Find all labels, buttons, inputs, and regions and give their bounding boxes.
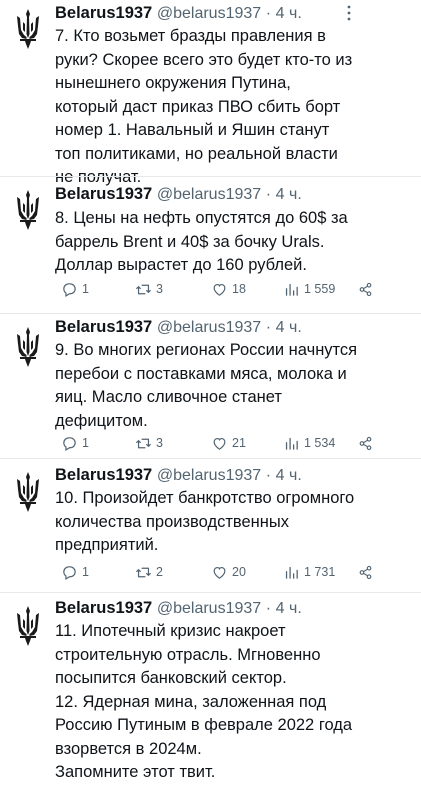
avatar[interactable] [14,605,42,647]
like-button[interactable]: 18 [211,280,246,298]
tweet-1[interactable]: Belarus1937 @belarus1937 · 4 ч. 7. Кто в… [0,0,421,186]
trident-coat-of-arms-icon [14,326,42,368]
like-count: 18 [232,282,246,296]
like-button[interactable]: 20 [211,563,246,581]
like-count: 20 [232,565,246,579]
more-dots-icon[interactable] [342,3,356,23]
tweet-text: 10. Произойдет банкротство огромного кол… [55,487,380,558]
like-button[interactable]: 21 [211,434,246,452]
like-count: 21 [232,436,246,450]
separator-dot: · [265,319,272,336]
tweet-text: 7. Кто возьмет бразды правления в руки? … [55,25,355,190]
views-chart-icon [285,283,298,296]
tweet-text-paragraph: 11. Ипотечный кризис накроет строительну… [55,622,321,687]
share-button[interactable] [357,434,374,452]
avatar[interactable] [14,326,42,368]
views-chart-icon [285,566,298,579]
views-button[interactable]: 1 731 [283,563,335,581]
tweet-2[interactable]: Belarus1937 @belarus1937 · 4 ч. 8. Цены … [0,177,421,313]
tweet-5[interactable]: Belarus1937 @belarus1937 · 4 ч. 11. Ипот… [0,593,421,793]
views-chart-icon [285,437,298,450]
trident-coat-of-arms-icon [14,471,42,513]
trident-coat-of-arms-icon [14,605,42,647]
separator-dot: · [265,186,272,203]
separator-dot: · [265,600,272,617]
author-handle[interactable]: @belarus1937 [157,467,261,484]
author-handle[interactable]: @belarus1937 [157,600,261,617]
trident-coat-of-arms-icon [14,8,42,50]
retweet-icon [136,438,151,448]
view-count: 1 559 [304,282,336,296]
tweet-actions: 1 3 21 1 534 [55,434,385,454]
avatar[interactable] [14,8,42,50]
share-button[interactable] [357,563,374,581]
retweet-count: 3 [156,436,163,450]
tweet-text-paragraph: 9. Во многих регионах России начнутся пе… [55,341,358,430]
author-name[interactable]: Belarus1937 [55,185,152,203]
author-name[interactable]: Belarus1937 [55,318,152,336]
share-button[interactable] [357,280,374,298]
reply-button[interactable]: 1 [61,563,89,581]
author-name[interactable]: Belarus1937 [55,466,152,484]
author-handle[interactable]: @belarus1937 [157,5,261,22]
view-count: 1 731 [304,565,336,579]
timestamp[interactable]: 4 ч. [276,600,302,617]
separator-dot: · [265,5,272,22]
author-name[interactable]: Belarus1937 [55,599,152,617]
author-handle[interactable]: @belarus1937 [157,319,261,336]
author-handle[interactable]: @belarus1937 [157,186,261,203]
retweet-button[interactable]: 3 [135,280,163,298]
retweet-count: 3 [156,282,163,296]
heart-icon [213,283,226,296]
reply-count: 1 [82,565,89,579]
avatar[interactable] [14,471,42,513]
separator-dot: · [265,467,272,484]
views-button[interactable]: 1 559 [283,280,335,298]
reply-count: 1 [82,436,89,450]
tweet-text-paragraph: Запомните этот твит. [55,763,216,781]
retweet-count: 2 [156,565,163,579]
timestamp[interactable]: 4 ч. [276,186,302,203]
reply-icon [63,436,76,451]
reply-icon [63,565,76,580]
retweet-button[interactable]: 2 [135,563,163,581]
views-button[interactable]: 1 534 [283,434,335,452]
retweet-icon [136,284,151,294]
tweet-actions: 1 3 18 1 559 [55,280,385,300]
tweet-text: 9. Во многих регионах России начнутся пе… [55,339,373,433]
reply-button[interactable]: 1 [61,280,89,298]
retweet-icon [136,567,151,577]
tweet-text: 8. Цены на нефть опустятся до 60$ за бар… [55,207,380,278]
tweet-text-paragraph: 12. Ядерная мина, заложенная под Россию … [55,692,353,758]
tweet-text-paragraph: 10. Произойдет банкротство огромного кол… [55,489,355,554]
share-icon [359,565,372,579]
heart-icon [213,437,226,450]
reply-icon [63,282,76,297]
heart-icon [213,566,226,579]
timestamp[interactable]: 4 ч. [276,467,302,484]
reply-button[interactable]: 1 [61,434,89,452]
tweet-3[interactable]: Belarus1937 @belarus1937 · 4 ч. 9. Во мн… [0,314,421,458]
tweet-text: 11. Ипотечный кризис накроет строительну… [55,620,360,785]
reply-count: 1 [82,282,89,296]
author-name[interactable]: Belarus1937 [55,4,152,22]
tweet-text-paragraph: 8. Цены на нефть опустятся до 60$ за бар… [55,209,348,274]
tweet-text-paragraph: 7. Кто возьмет бразды правления в руки? … [55,27,353,186]
tweet-actions: 1 2 20 1 731 [55,563,385,583]
view-count: 1 534 [304,436,336,450]
timestamp[interactable]: 4 ч. [276,319,302,336]
timestamp[interactable]: 4 ч. [276,5,302,22]
trident-coat-of-arms-icon [14,189,42,231]
share-icon [359,436,372,450]
tweet-4[interactable]: Belarus1937 @belarus1937 · 4 ч. 10. Прои… [0,459,421,592]
avatar[interactable] [14,189,42,231]
share-icon [359,282,372,296]
retweet-button[interactable]: 3 [135,434,163,452]
